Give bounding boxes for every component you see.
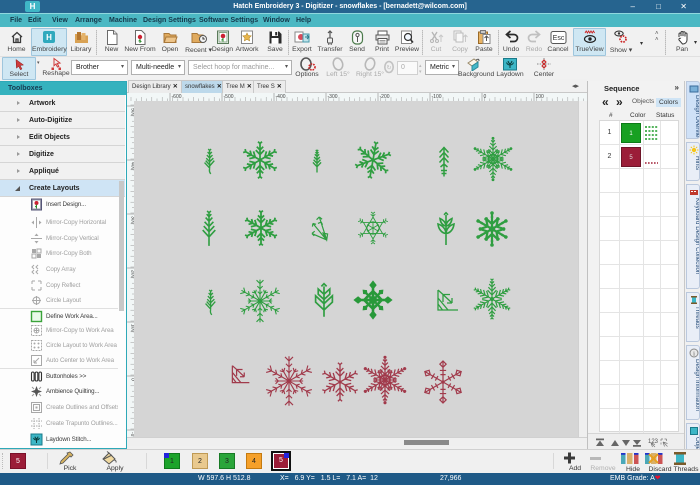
svg-text:H: H bbox=[46, 33, 52, 42]
svg-text:-200: -200 bbox=[380, 94, 390, 100]
svg-text:Esc: Esc bbox=[553, 35, 565, 42]
svg-text:-500: -500 bbox=[224, 94, 234, 100]
svg-text:0: 0 bbox=[484, 94, 487, 100]
svg-text:-400: -400 bbox=[276, 94, 286, 100]
svg-text:i: i bbox=[693, 351, 695, 358]
svg-text:-600: -600 bbox=[172, 94, 182, 100]
svg-text:↻: ↻ bbox=[386, 65, 391, 72]
svg-text:-100: -100 bbox=[432, 94, 442, 100]
svg-text:100: 100 bbox=[536, 94, 545, 100]
svg-text:-300: -300 bbox=[328, 94, 338, 100]
